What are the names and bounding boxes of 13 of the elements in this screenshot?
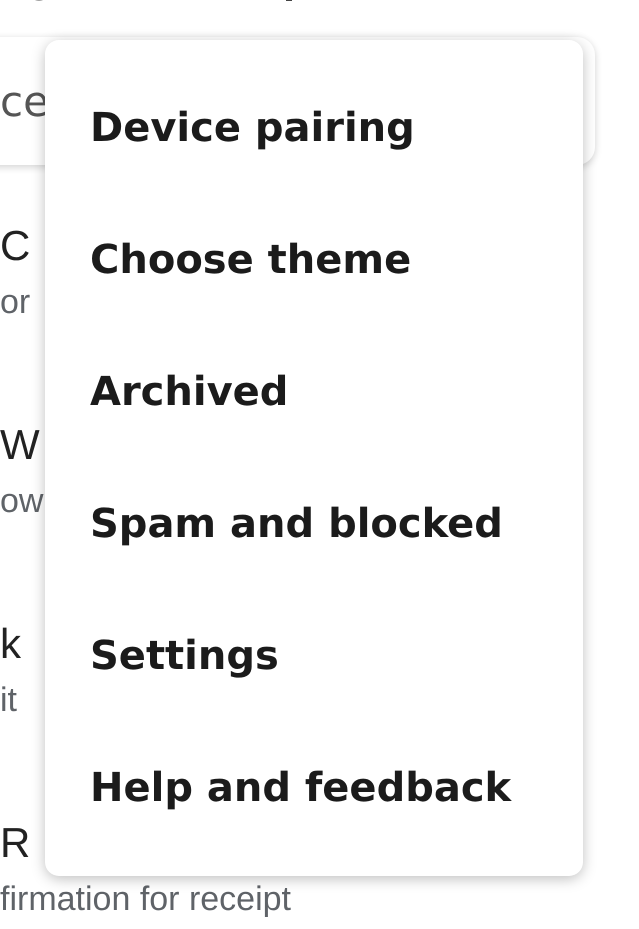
message-preview: it: [0, 680, 17, 721]
menu-item[interactable]: Spam and blocked: [45, 458, 583, 590]
conversation-title: k: [0, 619, 21, 669]
conversation-title: R: [0, 818, 30, 868]
message-preview: firmation for receipt: [0, 879, 291, 920]
conversation-title: C: [0, 221, 30, 271]
menu-item[interactable]: Settings: [45, 590, 583, 722]
menu-item[interactable]: Help and feedback: [45, 722, 583, 854]
menu-item[interactable]: Choose theme: [45, 194, 583, 326]
message-preview: ow: [0, 481, 44, 522]
message-preview: or: [0, 282, 30, 323]
menu-item[interactable]: Archived: [45, 326, 583, 458]
conversation-title: W: [0, 420, 40, 470]
